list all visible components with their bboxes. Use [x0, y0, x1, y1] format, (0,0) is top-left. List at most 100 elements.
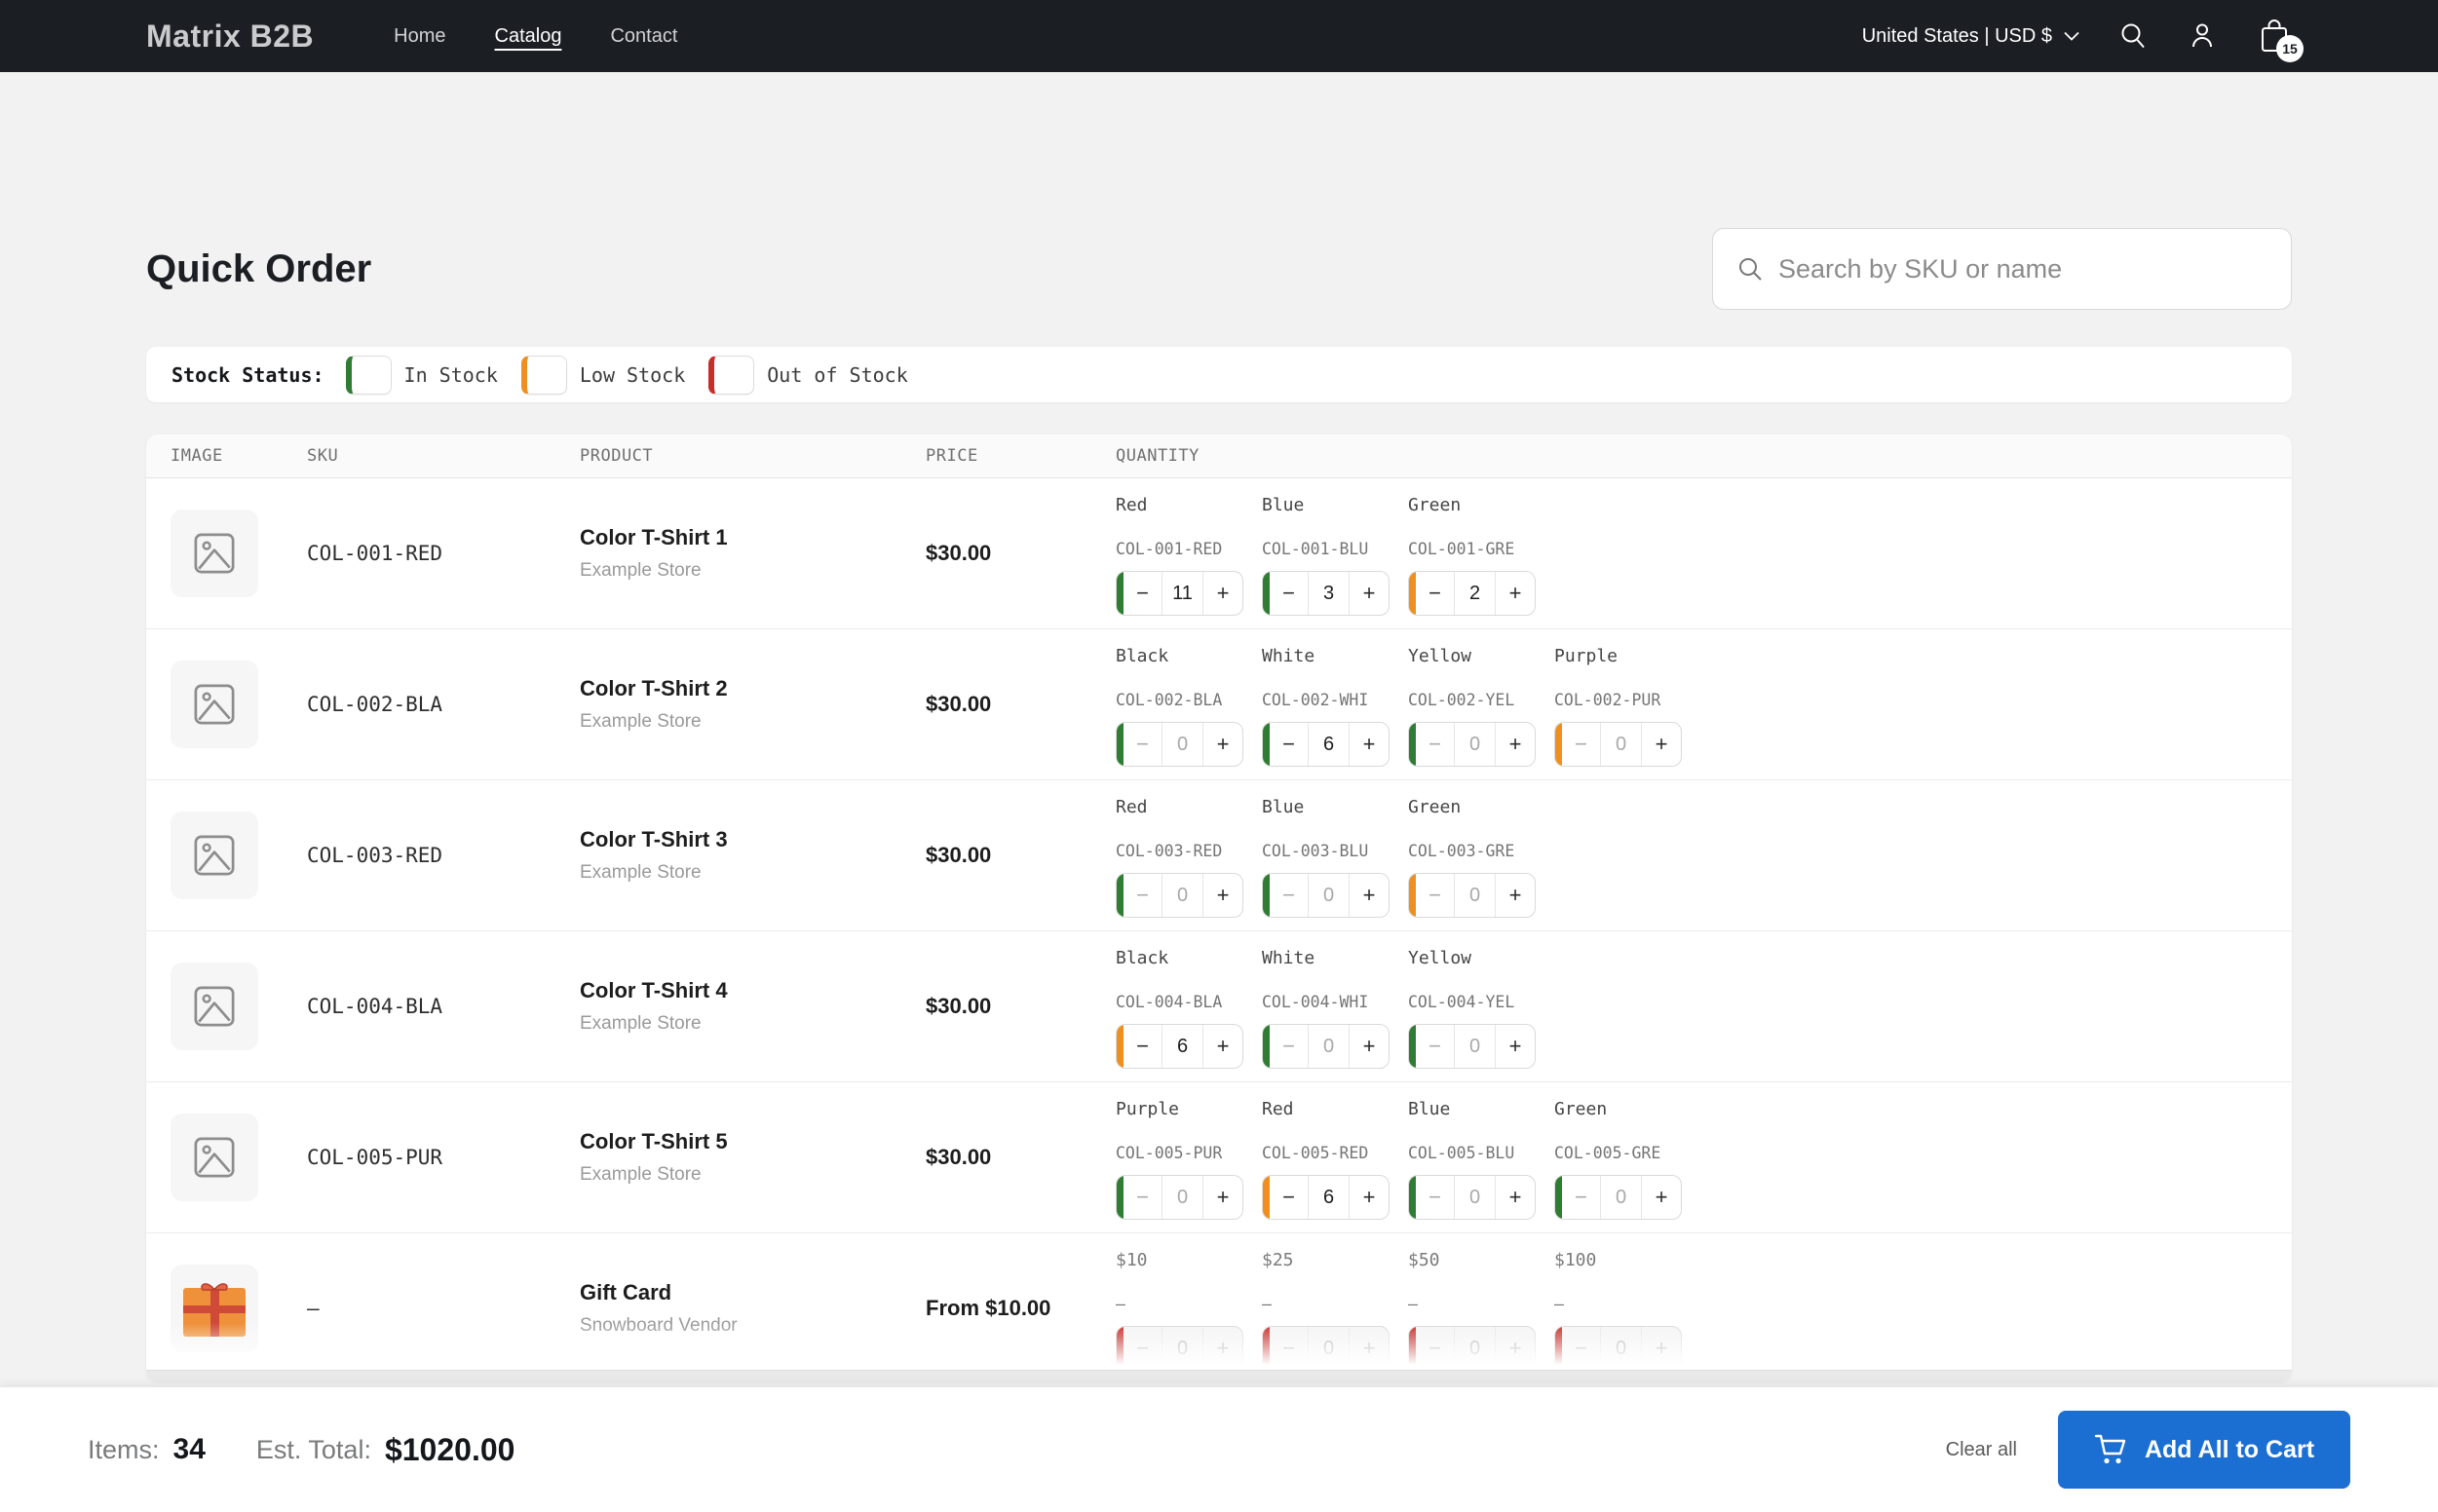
- account-button[interactable]: [2187, 20, 2218, 52]
- stock-status-bar: [1263, 874, 1270, 917]
- increase-quantity-button[interactable]: +: [1203, 874, 1242, 917]
- quantity-value[interactable]: 0: [1162, 1327, 1203, 1370]
- decrease-quantity-button[interactable]: −: [1270, 572, 1309, 615]
- decrease-quantity-button[interactable]: −: [1270, 1327, 1309, 1370]
- increase-quantity-button[interactable]: +: [1496, 874, 1535, 917]
- quantity-value[interactable]: 0: [1309, 1327, 1350, 1370]
- quantity-stepper[interactable]: − 2 +: [1408, 571, 1536, 616]
- quantity-stepper[interactable]: − 0 +: [1554, 1326, 1682, 1371]
- decrease-quantity-button[interactable]: −: [1124, 1327, 1162, 1370]
- nav-contact[interactable]: Contact: [610, 25, 677, 48]
- quantity-stepper[interactable]: − 0 +: [1116, 722, 1243, 767]
- increase-quantity-button[interactable]: +: [1642, 1327, 1681, 1370]
- quantity-value[interactable]: 0: [1601, 723, 1642, 766]
- quantity-stepper[interactable]: − 0 +: [1408, 873, 1536, 918]
- quantity-stepper[interactable]: − 0 +: [1116, 1326, 1243, 1371]
- quantity-stepper[interactable]: − 0 +: [1408, 1024, 1536, 1069]
- quantity-stepper[interactable]: − 0 +: [1116, 873, 1243, 918]
- locale-currency-selector[interactable]: United States | USD $: [1862, 25, 2079, 48]
- quantity-value[interactable]: 0: [1601, 1176, 1642, 1219]
- quantity-stepper[interactable]: − 0 +: [1408, 1175, 1536, 1220]
- quantity-value[interactable]: 0: [1455, 1176, 1496, 1219]
- increase-quantity-button[interactable]: +: [1350, 1025, 1389, 1068]
- decrease-quantity-button[interactable]: −: [1562, 723, 1601, 766]
- quantity-stepper[interactable]: − 6 +: [1116, 1024, 1243, 1069]
- increase-quantity-button[interactable]: +: [1642, 723, 1681, 766]
- sku-search-input[interactable]: [1778, 253, 2267, 284]
- clear-all-button[interactable]: Clear all: [1946, 1439, 2017, 1461]
- increase-quantity-button[interactable]: +: [1496, 1176, 1535, 1219]
- decrease-quantity-button[interactable]: −: [1124, 1176, 1162, 1219]
- decrease-quantity-button[interactable]: −: [1270, 1025, 1309, 1068]
- quantity-value[interactable]: 0: [1455, 874, 1496, 917]
- quantity-stepper[interactable]: − 6 +: [1262, 1175, 1390, 1220]
- quantity-stepper[interactable]: − 0 +: [1554, 722, 1682, 767]
- quantity-value[interactable]: 0: [1601, 1327, 1642, 1370]
- quantity-value[interactable]: 0: [1455, 1327, 1496, 1370]
- increase-quantity-button[interactable]: +: [1496, 572, 1535, 615]
- quantity-stepper[interactable]: − 6 +: [1262, 722, 1390, 767]
- increase-quantity-button[interactable]: +: [1350, 874, 1389, 917]
- increase-quantity-button[interactable]: +: [1496, 723, 1535, 766]
- decrease-quantity-button[interactable]: −: [1124, 874, 1162, 917]
- quantity-stepper[interactable]: − 0 +: [1262, 1024, 1390, 1069]
- quantity-value[interactable]: 0: [1309, 1025, 1350, 1068]
- quantity-value[interactable]: 11: [1162, 572, 1203, 615]
- quantity-value[interactable]: 0: [1455, 1025, 1496, 1068]
- decrease-quantity-button[interactable]: −: [1270, 1176, 1309, 1219]
- decrease-quantity-button[interactable]: −: [1124, 572, 1162, 615]
- product-name: Gift Card: [580, 1280, 672, 1304]
- nav-home[interactable]: Home: [394, 25, 445, 48]
- variant-sku: COL-004-BLA: [1116, 993, 1223, 1011]
- decrease-quantity-button[interactable]: −: [1270, 723, 1309, 766]
- horizontal-scrollbar[interactable]: [146, 1370, 2292, 1381]
- decrease-quantity-button[interactable]: −: [1416, 1327, 1455, 1370]
- quantity-stepper[interactable]: − 0 +: [1262, 1326, 1390, 1371]
- decrease-quantity-button[interactable]: −: [1124, 723, 1162, 766]
- decrease-quantity-button[interactable]: −: [1562, 1327, 1601, 1370]
- increase-quantity-button[interactable]: +: [1642, 1176, 1681, 1219]
- increase-quantity-button[interactable]: +: [1203, 723, 1242, 766]
- search-button[interactable]: [2118, 21, 2148, 51]
- decrease-quantity-button[interactable]: −: [1416, 874, 1455, 917]
- quantity-value[interactable]: 2: [1455, 572, 1496, 615]
- quantity-value[interactable]: 0: [1162, 723, 1203, 766]
- quantity-stepper[interactable]: − 11 +: [1116, 571, 1243, 616]
- increase-quantity-button[interactable]: +: [1203, 1025, 1242, 1068]
- increase-quantity-button[interactable]: +: [1496, 1327, 1535, 1370]
- increase-quantity-button[interactable]: +: [1203, 1176, 1242, 1219]
- decrease-quantity-button[interactable]: −: [1416, 1176, 1455, 1219]
- quantity-value[interactable]: 3: [1309, 572, 1350, 615]
- increase-quantity-button[interactable]: +: [1350, 1176, 1389, 1219]
- logo[interactable]: Matrix B2B: [146, 19, 314, 55]
- increase-quantity-button[interactable]: +: [1203, 1327, 1242, 1370]
- decrease-quantity-button[interactable]: −: [1416, 723, 1455, 766]
- decrease-quantity-button[interactable]: −: [1124, 1025, 1162, 1068]
- nav-catalog[interactable]: Catalog: [495, 25, 562, 48]
- increase-quantity-button[interactable]: +: [1350, 1327, 1389, 1370]
- increase-quantity-button[interactable]: +: [1350, 572, 1389, 615]
- increase-quantity-button[interactable]: +: [1496, 1025, 1535, 1068]
- add-all-to-cart-button[interactable]: Add All to Cart: [2058, 1411, 2350, 1489]
- quantity-stepper[interactable]: − 0 +: [1408, 1326, 1536, 1371]
- quantity-value[interactable]: 0: [1455, 723, 1496, 766]
- product-image: [171, 510, 258, 597]
- quantity-value[interactable]: 6: [1309, 723, 1350, 766]
- quantity-value[interactable]: 0: [1309, 874, 1350, 917]
- decrease-quantity-button[interactable]: −: [1416, 572, 1455, 615]
- quantity-stepper[interactable]: − 0 +: [1116, 1175, 1243, 1220]
- decrease-quantity-button[interactable]: −: [1416, 1025, 1455, 1068]
- increase-quantity-button[interactable]: +: [1350, 723, 1389, 766]
- quantity-stepper[interactable]: − 0 +: [1262, 873, 1390, 918]
- decrease-quantity-button[interactable]: −: [1270, 874, 1309, 917]
- cart-button[interactable]: 15: [2257, 18, 2304, 62]
- quantity-value[interactable]: 0: [1162, 1176, 1203, 1219]
- quantity-value[interactable]: 6: [1162, 1025, 1203, 1068]
- quantity-stepper[interactable]: − 3 +: [1262, 571, 1390, 616]
- quantity-stepper[interactable]: − 0 +: [1408, 722, 1536, 767]
- quantity-value[interactable]: 6: [1309, 1176, 1350, 1219]
- increase-quantity-button[interactable]: +: [1203, 572, 1242, 615]
- decrease-quantity-button[interactable]: −: [1562, 1176, 1601, 1219]
- quantity-value[interactable]: 0: [1162, 874, 1203, 917]
- quantity-stepper[interactable]: − 0 +: [1554, 1175, 1682, 1220]
